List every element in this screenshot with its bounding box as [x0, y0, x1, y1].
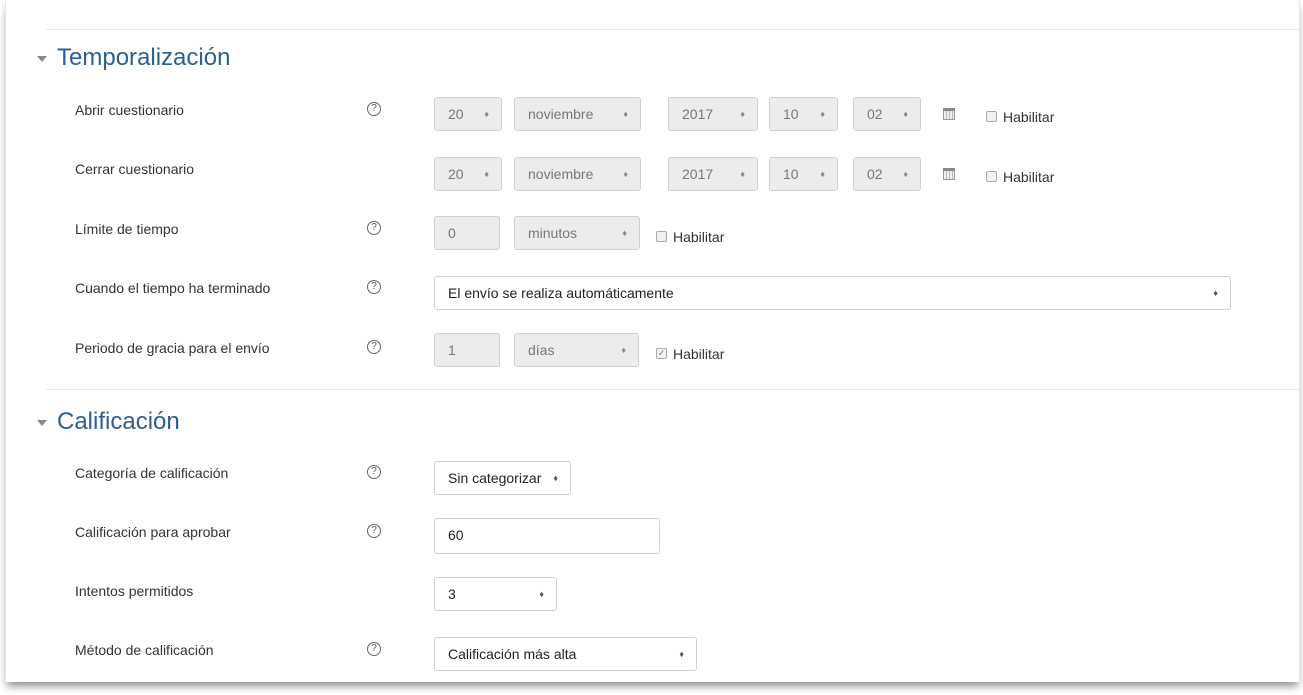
grade-method-label: Método de calificación: [75, 642, 214, 658]
close-quiz-label: Cerrar cuestionario: [75, 161, 195, 177]
open-enable-label: Habilitar: [1003, 109, 1055, 125]
section-toggle-grade[interactable]: Calificación: [37, 408, 180, 436]
row-attempts: Intentos permitidos: [6, 582, 1299, 622]
attempts-select[interactable]: 3: [434, 577, 557, 611]
close-enable-checkbox[interactable]: [986, 171, 997, 182]
time-limit-unit-select[interactable]: minutos: [514, 216, 640, 250]
grade-pass-input[interactable]: 60: [434, 518, 660, 554]
open-day-select[interactable]: 20: [434, 97, 502, 131]
close-hour-select[interactable]: 10: [769, 157, 838, 191]
close-minute-select[interactable]: 02: [853, 157, 921, 191]
open-enable-checkbox[interactable]: [986, 111, 997, 122]
calendar-icon[interactable]: [943, 108, 955, 120]
time-limit-input[interactable]: 0: [434, 216, 500, 250]
help-icon[interactable]: ?: [367, 280, 381, 294]
row-close-quiz: Cerrar cuestionario: [6, 160, 1299, 200]
overdue-handling-select[interactable]: El envío se realiza automáticamente: [434, 276, 1231, 310]
divider: [46, 29, 1299, 30]
collapse-caret-icon: [37, 56, 47, 62]
help-icon[interactable]: ?: [367, 524, 381, 538]
quiz-settings-panel: Temporalización Abrir cuestionario ? 20 …: [5, 0, 1300, 682]
help-icon[interactable]: ?: [367, 221, 381, 235]
open-quiz-label: Abrir cuestionario: [75, 102, 184, 118]
close-enable-label: Habilitar: [1003, 169, 1055, 185]
close-month-select[interactable]: noviembre: [514, 157, 641, 191]
grace-period-input[interactable]: 1: [434, 333, 500, 367]
grace-period-label: Periodo de gracia para el envío: [75, 340, 270, 356]
open-hour-select[interactable]: 10: [769, 97, 838, 131]
open-month-select[interactable]: noviembre: [514, 97, 641, 131]
attempts-label: Intentos permitidos: [75, 583, 194, 599]
grade-category-label: Categoría de calificación: [75, 465, 229, 481]
time-limit-enable-label: Habilitar: [673, 229, 725, 245]
divider: [46, 389, 1299, 390]
help-icon[interactable]: ?: [367, 102, 381, 116]
grace-period-unit-select[interactable]: días: [514, 333, 639, 367]
grace-period-enable-label: Habilitar: [673, 346, 725, 362]
section-title-grade: Calificación: [57, 408, 180, 435]
row-time-limit: Límite de tiempo ?: [6, 220, 1299, 260]
grade-method-select[interactable]: Calificación más alta: [434, 637, 697, 671]
overdue-label: Cuando el tiempo ha terminado: [75, 280, 271, 296]
collapse-caret-icon: [37, 420, 47, 426]
time-limit-label: Límite de tiempo: [75, 221, 179, 237]
row-grade-category: Categoría de calificación ?: [6, 464, 1299, 504]
row-open-quiz: Abrir cuestionario ?: [6, 101, 1299, 141]
row-grace-period: Periodo de gracia para el envío ?: [6, 339, 1299, 379]
grace-period-enable-checkbox[interactable]: ✓: [656, 348, 667, 359]
help-icon[interactable]: ?: [367, 340, 381, 354]
close-year-select[interactable]: 2017: [668, 157, 758, 191]
help-icon[interactable]: ?: [367, 642, 381, 656]
help-icon[interactable]: ?: [367, 465, 381, 479]
section-toggle-timing[interactable]: Temporalización: [37, 44, 230, 72]
open-minute-select[interactable]: 02: [853, 97, 921, 131]
time-limit-enable-checkbox[interactable]: [656, 231, 667, 242]
open-year-select[interactable]: 2017: [668, 97, 758, 131]
grade-category-select[interactable]: Sin categorizar: [434, 461, 571, 495]
calendar-icon[interactable]: [943, 168, 955, 180]
grade-pass-label: Calificación para aprobar: [75, 524, 231, 540]
section-title-timing: Temporalización: [57, 44, 231, 71]
close-day-select[interactable]: 20: [434, 157, 502, 191]
